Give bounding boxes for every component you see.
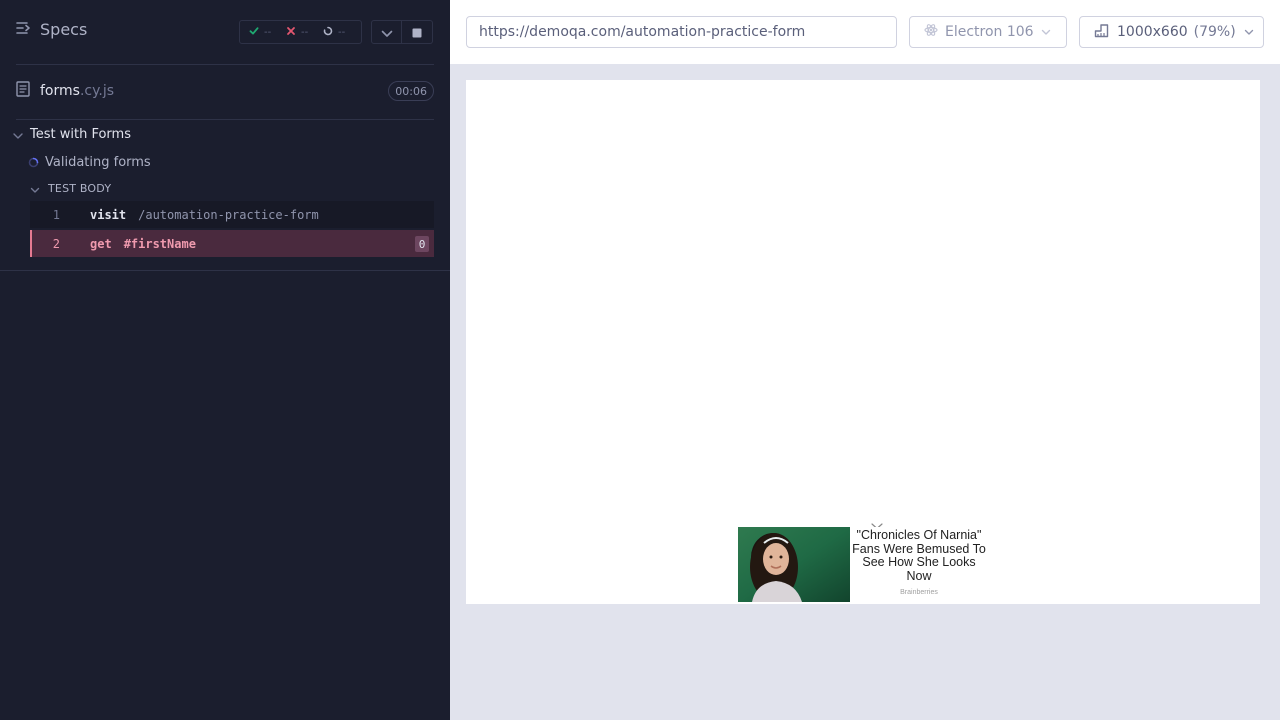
pending-stat: -- bbox=[323, 26, 360, 39]
spec-file-row[interactable]: forms.cy.js 00:06 bbox=[16, 76, 434, 106]
command-message: /automation-practice-form bbox=[138, 207, 319, 222]
divider bbox=[16, 119, 434, 120]
chevron-down-icon bbox=[1244, 24, 1254, 40]
electron-icon bbox=[924, 23, 938, 41]
test-title: Validating forms bbox=[45, 154, 151, 170]
spec-name-text: forms bbox=[40, 83, 80, 99]
command-number: 1 bbox=[52, 207, 60, 222]
stop-square-icon bbox=[412, 23, 422, 42]
reporter-header: Specs -- -- -- bbox=[0, 0, 450, 64]
app-under-test-panel: https://demoqa.com/automation-practice-f… bbox=[450, 0, 1280, 720]
suite-row[interactable]: Test with Forms bbox=[12, 124, 131, 144]
spec-file-name: forms.cy.js bbox=[40, 83, 114, 99]
ad-brand: Brainberries bbox=[900, 589, 938, 596]
chevron-down-icon bbox=[30, 179, 40, 198]
divider bbox=[0, 270, 450, 271]
element-count-badge: 0 bbox=[415, 236, 429, 252]
test-stats: -- -- -- bbox=[239, 20, 362, 44]
browser-select-button[interactable]: Electron 106 bbox=[909, 16, 1067, 48]
spec-ext-text: .cy.js bbox=[79, 83, 115, 99]
failed-stat: -- bbox=[286, 26, 323, 39]
test-row[interactable]: Validating forms bbox=[28, 152, 151, 172]
test-body-toggle[interactable]: TEST BODY bbox=[30, 180, 111, 196]
ad-headline: "Chronicles Of Narnia" Fans Were Bemused… bbox=[852, 528, 986, 583]
ad-image bbox=[738, 527, 850, 602]
viewport-info-button[interactable]: 1000x660 (79%) bbox=[1079, 16, 1264, 48]
command-row[interactable]: 1 visit /automation-practice-form bbox=[30, 201, 434, 228]
passed-count: -- bbox=[264, 26, 272, 38]
viewport-scale: (79%) bbox=[1193, 24, 1236, 40]
chevron-down-icon bbox=[12, 125, 24, 144]
options-dropdown-button[interactable] bbox=[371, 20, 402, 44]
pending-circle-icon bbox=[323, 26, 333, 39]
aut-header: https://demoqa.com/automation-practice-f… bbox=[450, 0, 1280, 64]
failed-x-icon bbox=[286, 26, 296, 39]
command-number: 2 bbox=[52, 236, 60, 251]
passed-check-icon bbox=[249, 26, 259, 39]
passed-stat: -- bbox=[249, 26, 286, 39]
specs-toggle-button[interactable]: Specs bbox=[16, 20, 87, 39]
specs-list-icon bbox=[16, 20, 32, 39]
failed-count: -- bbox=[301, 26, 309, 38]
ruler-icon bbox=[1094, 23, 1109, 42]
running-spinner-icon bbox=[28, 153, 39, 172]
chevron-down-icon bbox=[1041, 24, 1051, 40]
suite-title: Test with Forms bbox=[30, 126, 131, 142]
viewport-size: 1000x660 bbox=[1117, 24, 1188, 40]
command-name: get bbox=[90, 236, 112, 251]
url-bar[interactable]: https://demoqa.com/automation-practice-f… bbox=[466, 16, 897, 48]
document-icon bbox=[16, 81, 30, 101]
url-text: https://demoqa.com/automation-practice-f… bbox=[479, 24, 806, 40]
specs-label: Specs bbox=[40, 20, 88, 39]
pending-count: -- bbox=[338, 26, 346, 38]
test-body-label: TEST BODY bbox=[48, 181, 112, 195]
divider bbox=[16, 64, 434, 65]
command-row-failed[interactable]: 2 get #firstName 0 bbox=[30, 230, 434, 257]
stop-button[interactable] bbox=[402, 20, 433, 44]
browser-label: Electron 106 bbox=[945, 24, 1034, 40]
chevron-down-icon bbox=[381, 23, 393, 42]
duration-badge: 00:06 bbox=[388, 81, 434, 101]
command-message: #firstName bbox=[123, 236, 196, 251]
aut-iframe: "Chronicles Of Narnia" Fans Were Bemused… bbox=[466, 80, 1260, 604]
advertisement[interactable]: "Chronicles Of Narnia" Fans Were Bemused… bbox=[738, 527, 994, 604]
ad-collapse-button[interactable] bbox=[870, 516, 884, 530]
command-name: visit bbox=[90, 207, 127, 222]
reporter-panel: Specs -- -- -- forms.cy.js 00:06 Test wi… bbox=[0, 0, 450, 720]
